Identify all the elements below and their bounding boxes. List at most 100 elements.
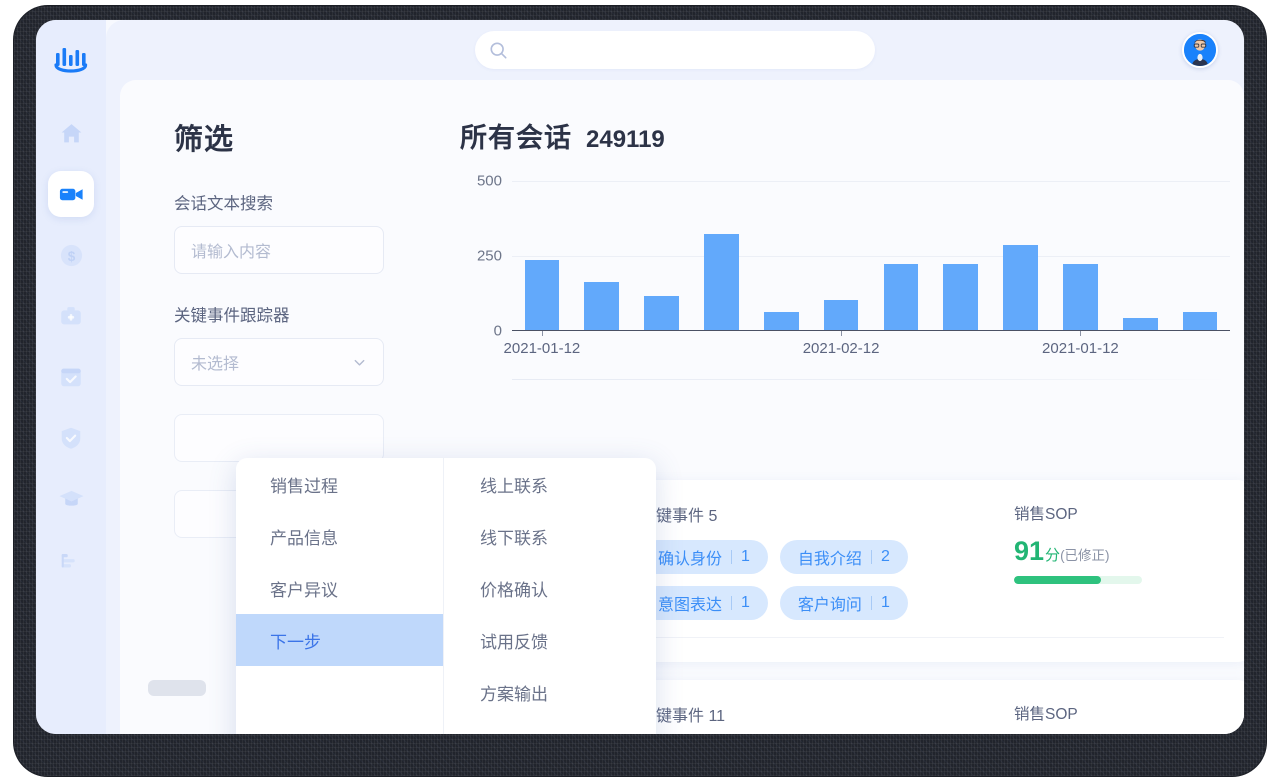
key-event-tag-label: 客户询问	[797, 597, 862, 614]
key-event-tracker-select[interactable]: 未选择	[174, 338, 384, 386]
x-axis-tick-mark	[841, 331, 843, 336]
dropdown-event-item[interactable]: 试用反馈	[444, 614, 656, 666]
chart-heading: 所有会话 249119	[460, 116, 1230, 155]
key-event-tracker-value: 未选择	[191, 356, 240, 373]
key-event-tag[interactable]: 自我介绍 2	[779, 540, 908, 574]
sidebar-item-quality[interactable]	[48, 415, 94, 461]
chart-bar-slot	[632, 295, 692, 330]
scroll-thumb-artifact	[148, 680, 206, 696]
sidebar: $	[36, 20, 106, 734]
dropdown-category-item[interactable]: 产品信息	[236, 510, 443, 562]
sop-score-value: 91	[1014, 536, 1045, 566]
video-camera-icon	[59, 188, 83, 200]
filter-field-placeholder-1[interactable]	[174, 414, 384, 462]
dropdown-event-item[interactable]: 线上联系	[444, 458, 656, 510]
key-event-tag[interactable]: 客户询问 1	[779, 586, 908, 620]
sidebar-item-reports[interactable]	[48, 537, 94, 583]
chart-bar[interactable]	[1122, 318, 1158, 330]
key-event-tag-label: 意图表达	[658, 597, 723, 614]
chart-total-count: 249119	[586, 126, 665, 153]
chart-divider	[512, 379, 1230, 380]
screen: $ 筛选 会话文本搜索 请输入内容 关键事件跟踪器 未选择 所有会话 24911…	[36, 20, 1244, 734]
x-axis-tick-label: 2021-02-12	[802, 340, 880, 357]
chart-bar[interactable]	[1182, 312, 1218, 330]
chart-bar-slot	[991, 244, 1051, 330]
chart-bar[interactable]	[584, 282, 620, 330]
key-event-tag[interactable]: 确认身份 1	[640, 540, 768, 574]
brand-logo-icon[interactable]	[52, 45, 90, 82]
key-event-tag-list: 确认身份 1 自我介绍 2 意图表达 1 客户询问 1	[640, 540, 940, 620]
chart-bar[interactable]	[823, 300, 859, 330]
key-event-tag[interactable]: 意图表达 1	[640, 586, 768, 620]
dropdown-category-item[interactable]: 销售过程	[236, 458, 443, 510]
filter-title: 筛选	[174, 124, 235, 156]
key-event-tag-count: 1	[741, 594, 750, 611]
bar-chart-horizontal-icon	[61, 553, 75, 568]
tag-separator	[870, 596, 872, 610]
dropdown-event-item[interactable]: 线下联系	[444, 510, 656, 562]
tag-separator	[870, 550, 872, 564]
chart-bar[interactable]	[524, 259, 560, 330]
sop-progress-fill	[1014, 576, 1102, 584]
dropdown-event-item[interactable]: 方案输出	[444, 666, 656, 718]
sidebar-item-schedule[interactable]	[48, 354, 94, 400]
y-axis-tick-label: 0	[493, 322, 502, 340]
device-bezel: $ 筛选 会话文本搜索 请输入内容 关键事件跟踪器 未选择 所有会话 24911…	[14, 6, 1266, 776]
chevron-down-icon	[354, 359, 365, 366]
search-input[interactable]	[517, 42, 861, 58]
dropdown-event-item[interactable]: 价格确认	[444, 562, 656, 614]
text-search-placeholder: 请输入内容	[191, 244, 272, 261]
tag-separator	[731, 596, 733, 610]
card-sop-score: 销售SOP 91 分 (已修正)	[1014, 502, 1224, 640]
sop-label: 销售SOP	[1014, 506, 1078, 523]
key-event-tag-label: 自我介绍	[797, 551, 862, 568]
dropdown-category-item[interactable]: 客户异议	[236, 562, 443, 614]
chart-plot-area: 0 250 500	[477, 173, 1230, 340]
chart-bar[interactable]	[1003, 244, 1038, 330]
sidebar-item-training[interactable]	[48, 476, 94, 522]
key-event-tag-count: 1	[880, 594, 890, 611]
chart-bar-slot	[1170, 312, 1230, 330]
content-sheet: 筛选 会话文本搜索 请输入内容 关键事件跟踪器 未选择 所有会话 249119 …	[120, 80, 1244, 734]
sop-score-unit: 分	[1045, 547, 1061, 564]
key-event-tag-label: 确认身份	[658, 551, 723, 568]
chart-bar-slot	[572, 282, 632, 330]
sidebar-item-revenue[interactable]: $	[48, 232, 94, 278]
filter-field-key-event-tracker: 关键事件跟踪器 未选择	[174, 302, 404, 386]
global-search[interactable]	[475, 31, 875, 69]
chart-bar[interactable]	[763, 312, 799, 330]
x-axis-tick-label: 2021-01-12	[1042, 340, 1119, 357]
chart-bar-slot	[871, 264, 931, 330]
chart-bar-slot	[512, 259, 572, 330]
chart-bar-slot	[751, 312, 811, 330]
sop-label: 销售SOP	[1014, 706, 1078, 723]
tag-separator	[731, 550, 733, 564]
chart-bar[interactable]	[883, 264, 919, 330]
chart-bar[interactable]	[1063, 264, 1098, 330]
dropdown-column-events: 线上联系 线下联系 价格确认 试用反馈 方案输出	[444, 458, 656, 734]
sop-score-note: (已修正)	[1060, 548, 1110, 563]
y-axis-tick-label: 250	[476, 247, 502, 265]
key-event-tag-count: 2	[880, 548, 890, 565]
sidebar-item-business[interactable]	[48, 293, 94, 339]
card-key-events: 关键事件 11确认身份1自我介绍1	[636, 702, 1014, 734]
card-key-events: 关键事件 5 确认身份 1 自我介绍 2 意图表达 1 客户询问 1	[636, 502, 1014, 640]
chart-bar-slot	[691, 234, 751, 330]
key-event-tracker-dropdown[interactable]: 销售过程 产品信息 客户异议 下一步 线上联系 线下联系 价格确认 试用反馈 方案输出	[236, 458, 656, 734]
chart-bar[interactable]	[943, 264, 979, 330]
sidebar-item-home[interactable]	[48, 110, 94, 156]
home-icon	[61, 123, 81, 142]
key-events-count-label: 关键事件 11	[640, 708, 726, 725]
chart-bar[interactable]	[644, 295, 679, 330]
dropdown-column-categories: 销售过程 产品信息 客户异议 下一步	[236, 458, 444, 734]
y-axis-tick-label: 500	[476, 172, 502, 190]
text-search-input[interactable]: 请输入内容	[174, 226, 384, 274]
dropdown-category-item[interactable]: 下一步	[236, 614, 443, 666]
sidebar-item-conversations[interactable]	[48, 171, 94, 217]
user-avatar[interactable]	[1182, 32, 1218, 68]
sop-progress-bar	[1014, 576, 1142, 584]
chart-bar-slot	[1050, 264, 1110, 330]
filter-field-text-search: 会话文本搜索 请输入内容	[174, 190, 404, 274]
chart-bar[interactable]	[704, 234, 739, 330]
chart-title: 所有会话	[460, 123, 572, 153]
